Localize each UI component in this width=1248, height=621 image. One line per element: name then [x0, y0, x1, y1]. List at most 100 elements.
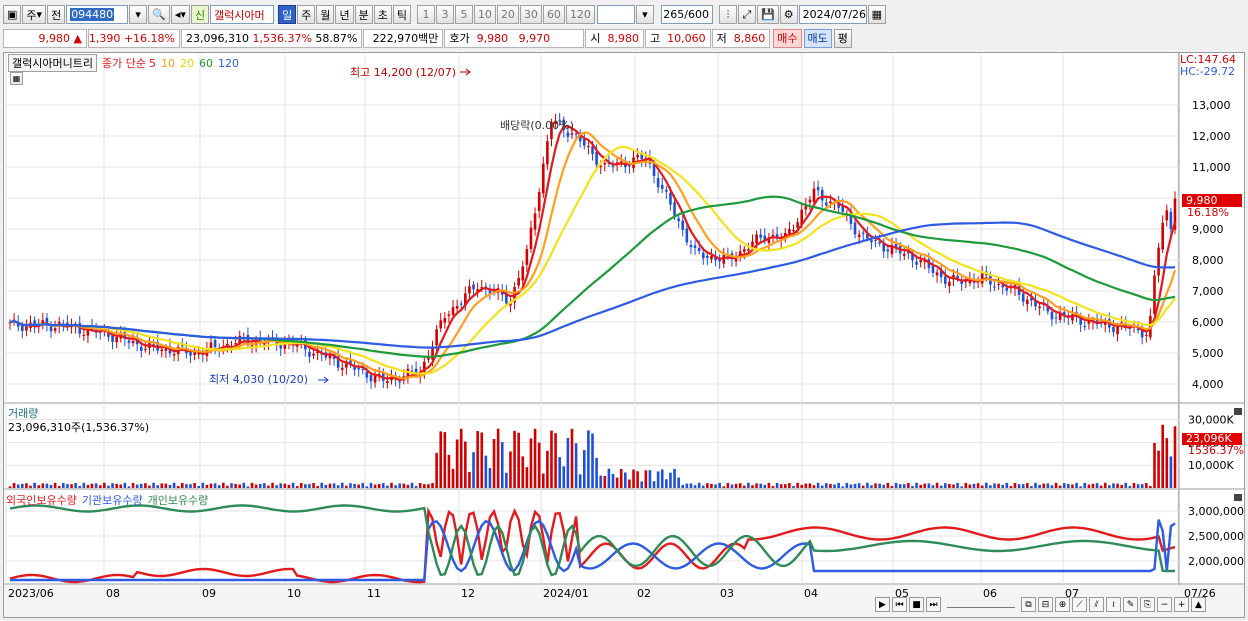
custom-interval-dropdown-icon[interactable]: ▾: [635, 5, 654, 24]
zoom-in-icon[interactable]: +: [1174, 597, 1189, 612]
volume-bar: [767, 482, 771, 488]
sell-button[interactable]: 매도: [803, 28, 832, 48]
volume-bar: [398, 483, 402, 488]
volume-bar: [16, 484, 20, 488]
scroll-right-icon[interactable]: ▶: [875, 597, 890, 612]
interval-120[interactable]: 120: [565, 5, 595, 24]
draw-icon[interactable]: ✎: [1123, 597, 1138, 612]
gear-icon[interactable]: ⚙: [779, 5, 798, 24]
candle-style-icon[interactable]: ⫶: [718, 5, 737, 24]
grid-toggle-icon[interactable]: ▦: [10, 72, 23, 85]
interval-1[interactable]: 1: [416, 5, 435, 24]
volume-current-pct: 1536.37%: [1188, 444, 1244, 457]
volume-bar: [164, 483, 168, 488]
volume-bar: [894, 483, 898, 488]
volume-bar: [349, 483, 352, 488]
stock-code-input[interactable]: 094480: [66, 5, 129, 24]
price-candle: [308, 351, 311, 357]
window-icon[interactable]: ▣: [3, 5, 22, 24]
volume-bar: [866, 482, 869, 488]
period-tab-month[interactable]: 월: [316, 5, 335, 24]
ma-legend-120[interactable]: 120: [218, 57, 239, 70]
volume-bar: [1103, 482, 1107, 488]
volume-bar: [1087, 484, 1091, 488]
scroll-end-icon[interactable]: ⏭: [926, 597, 941, 612]
stock-title[interactable]: 갤럭시아머니트리: [8, 54, 97, 72]
volume-bar: [771, 486, 775, 488]
holdings-legend-individual[interactable]: 개인보유수량: [148, 492, 209, 508]
sell-label: 매도: [807, 32, 828, 45]
period-tab-day[interactable]: 일: [278, 5, 297, 24]
prev-button[interactable]: 전: [47, 5, 66, 24]
ma-legend-5[interactable]: 5: [149, 57, 156, 70]
volume-bar: [796, 482, 799, 488]
volume-bar: [381, 483, 385, 488]
trend-line-icon[interactable]: ⟋: [1072, 597, 1087, 612]
volume-bar: [697, 482, 701, 488]
chart-area[interactable]: 13,00012,00011,00010,0009,0008,0007,0006…: [3, 52, 1245, 618]
wave-icon[interactable]: ≀: [1106, 597, 1121, 612]
volume-bar: [459, 428, 463, 488]
period-tab-minute[interactable]: 분: [354, 5, 373, 24]
market-select[interactable]: 주 ▾: [22, 5, 47, 24]
arrow-up-icon[interactable]: ▲: [1191, 597, 1206, 612]
volume-bar: [189, 484, 192, 488]
price-candle: [127, 340, 131, 343]
volume-bar: [529, 438, 533, 488]
buy-button[interactable]: 매수: [773, 28, 802, 48]
volume-bar: [472, 452, 475, 488]
holdings-legend-foreign[interactable]: 외국인보유수량: [6, 492, 77, 508]
volume-bar: [332, 483, 336, 488]
volume-bar: [833, 484, 836, 488]
copy-icon[interactable]: ⎘: [1140, 597, 1155, 612]
speaker-icon[interactable]: ◂▾: [170, 5, 190, 24]
volume-bar: [1046, 483, 1050, 488]
price-candle: [53, 328, 57, 331]
volume-bar: [86, 484, 90, 488]
period-tab-week[interactable]: 주: [297, 5, 316, 24]
interval-20[interactable]: 20: [496, 5, 519, 24]
interval-5[interactable]: 5: [454, 5, 473, 24]
volume-bar: [611, 473, 615, 488]
chart-canvas[interactable]: 13,00012,00011,00010,0009,0008,0007,0006…: [4, 53, 1244, 617]
period-tab-year[interactable]: 년: [335, 5, 354, 24]
x-tick-label: 2024/01: [543, 587, 589, 600]
ma-legend-10[interactable]: 10: [161, 57, 175, 70]
volume-bar: [267, 485, 270, 488]
calendar-icon[interactable]: ▦: [867, 5, 887, 24]
indicator-icon[interactable]: ⤢: [737, 5, 756, 24]
code-dropdown-icon[interactable]: ▾: [129, 5, 148, 24]
volume-bar: [103, 482, 106, 488]
interval-60[interactable]: 60: [542, 5, 565, 24]
multi-line-icon[interactable]: ⫽: [1089, 597, 1104, 612]
ma-legend-20[interactable]: 20: [180, 57, 194, 70]
date-input[interactable]: 2024/07/26: [798, 5, 867, 24]
holdings-legend-institution[interactable]: 기관보유수량: [82, 492, 143, 508]
price-tick-label: 13,000: [1192, 99, 1231, 112]
volume-bar: [742, 485, 746, 488]
interval-3[interactable]: 3: [435, 5, 454, 24]
display-count-field[interactable]: 265/600: [660, 5, 713, 24]
save-icon[interactable]: 💾: [756, 5, 779, 24]
layout-icon[interactable]: ⧉: [1021, 597, 1036, 612]
stop-icon[interactable]: ■: [909, 597, 924, 612]
volume-bar: [792, 485, 795, 488]
zoom-out-icon[interactable]: −: [1157, 597, 1172, 612]
period-tab-second[interactable]: 초: [373, 5, 392, 24]
zoom-slider[interactable]: [947, 602, 1015, 608]
avg-button[interactable]: 평: [833, 28, 852, 48]
volume-bar: [414, 486, 418, 488]
price-candle: [755, 234, 758, 244]
interval-10[interactable]: 10: [473, 5, 496, 24]
volume-bar: [1067, 483, 1070, 488]
scroll-start-icon[interactable]: ⏮: [892, 597, 907, 612]
custom-interval-input[interactable]: [596, 5, 635, 24]
crosshair-icon[interactable]: ⊕: [1055, 597, 1070, 612]
ma-legend-60[interactable]: 60: [199, 57, 213, 70]
period-tab-tick[interactable]: 틱: [392, 5, 411, 24]
interval-30[interactable]: 30: [519, 5, 542, 24]
volume-bar: [41, 483, 45, 488]
new-badge-label: 신: [194, 8, 206, 22]
search-icon[interactable]: 🔍: [148, 5, 170, 24]
split-icon[interactable]: ⊟: [1038, 597, 1053, 612]
